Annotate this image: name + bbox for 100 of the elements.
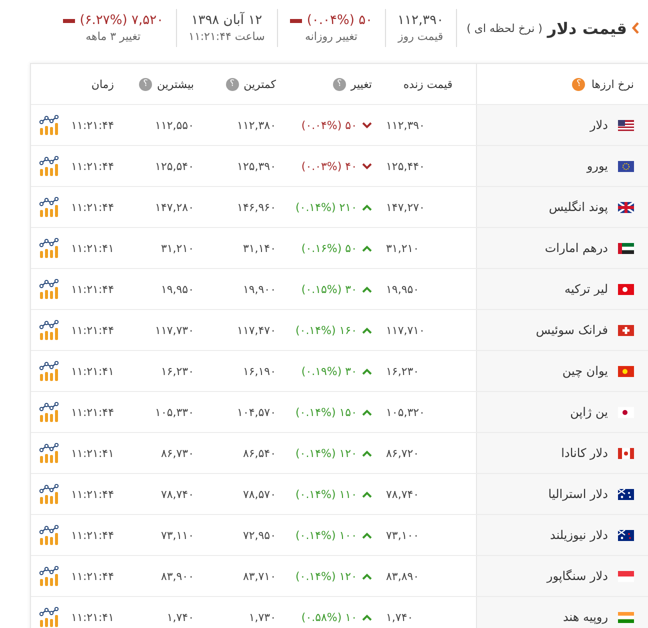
price-change: ۱۰ (۰.۵۸%)	[301, 610, 357, 624]
currency-name: دلار استرالیا	[548, 487, 608, 501]
stat-value: ۷,۵۲۰ (۶.۲۷%)	[80, 13, 164, 28]
live-price: ۱۱۷,۷۱۰	[386, 324, 425, 336]
low-price: ۱۶,۱۹۰	[242, 364, 276, 378]
price-change: ۱۲۰ (۰.۱۴%)	[295, 446, 357, 460]
update-time: ۱۱:۲۱:۴۴	[71, 488, 114, 500]
update-time: ۱۱:۲۱:۴۴	[71, 406, 114, 418]
low-price: ۱,۷۳۰	[248, 610, 276, 624]
stat-label: تغییر ۳ ماهه	[86, 30, 141, 43]
high-price: ۱۱۷,۷۳۰	[155, 324, 194, 336]
flag-icon	[618, 570, 634, 582]
update-time: ۱۱:۲۱:۴۴	[71, 528, 114, 542]
chart-icon[interactable]	[39, 402, 60, 422]
high-price: ۷۸,۷۴۰	[160, 488, 194, 500]
price-change: ۱۱۰ (۰.۱۴%)	[295, 488, 357, 500]
help-icon[interactable]: ؟	[138, 78, 152, 90]
currency-name: دلار سنگاپور	[546, 569, 608, 583]
flag-icon	[618, 612, 634, 622]
help-icon[interactable]: ؟	[572, 78, 586, 90]
page-title: قیمت دلار	[547, 18, 627, 38]
live-price: ۱,۷۴۰	[386, 610, 414, 624]
high-price: ۱,۷۴۰	[166, 610, 194, 624]
chart-icon[interactable]	[39, 607, 60, 627]
currency-name: دلار نیوزیلند	[550, 528, 608, 542]
low-price: ۱۲۵,۳۹۰	[237, 160, 276, 172]
currency-name: دلار کانادا	[561, 446, 608, 460]
column-header: قیمت زنده	[403, 78, 453, 90]
live-price: ۱۰۵,۳۲۰	[386, 406, 425, 418]
high-price: ۱۴۷,۲۸۰	[155, 200, 194, 214]
live-price: ۳۱,۲۱۰	[386, 242, 420, 254]
update-time: ۱۱:۲۱:۴۱	[71, 610, 114, 624]
chart-icon[interactable]	[39, 279, 60, 299]
chart-icon[interactable]	[39, 115, 60, 135]
high-price: ۷۳,۱۱۰	[160, 528, 194, 542]
low-price: ۸۶,۵۴۰	[242, 446, 276, 460]
high-price: ۱۰۵,۳۳۰	[155, 406, 194, 418]
help-icon[interactable]: ؟	[226, 78, 239, 90]
update-time: ۱۱:۲۱:۴۱	[71, 242, 114, 254]
price-change: ۴۰ (۰.۰۳%)	[301, 160, 357, 172]
column-header: کمترین	[244, 78, 276, 90]
update-time: ۱۱:۲۱:۴۴	[71, 160, 114, 172]
price-change: ۳۰ (۰.۱۵%)	[301, 282, 357, 296]
update-time: ۱۱:۲۱:۴۱	[71, 446, 114, 460]
chart-icon[interactable]	[39, 443, 60, 463]
price-change: ۱۲۰ (۰.۱۴%)	[295, 570, 357, 582]
currency-name: دلار	[590, 118, 608, 132]
stat-value: ۱۲ آبان ۱۳۹۸	[191, 13, 262, 28]
column-header: نرخ ارزها	[591, 78, 634, 90]
help-icon[interactable]: ؟	[332, 78, 346, 90]
currency-name: یورو	[586, 159, 608, 173]
live-price: ۱۹,۹۵۰	[386, 282, 420, 296]
price-change: ۲۱۰ (۰.۱۴%)	[295, 200, 357, 214]
currency-name: روپیه هند	[562, 610, 608, 624]
low-price: ۸۳,۷۱۰	[242, 570, 276, 582]
chart-icon[interactable]	[39, 484, 60, 504]
chart-icon[interactable]	[39, 566, 60, 586]
price-change: ۳۰ (۰.۱۹%)	[301, 364, 357, 378]
chart-icon[interactable]	[39, 197, 60, 217]
price-change: ۱۶۰ (۰.۱۴%)	[295, 324, 357, 336]
chevron-icon	[632, 22, 640, 34]
price-change: ۱۵۰ (۰.۱۴%)	[295, 406, 357, 418]
stat-value: ۵۰ (۰.۰۴%)	[306, 13, 373, 28]
currency-name: درهم امارات	[544, 241, 608, 255]
low-price: ۱۱۷,۴۷۰	[237, 324, 276, 336]
price-change: ۱۰۰ (۰.۱۴%)	[295, 528, 357, 542]
chart-icon[interactable]	[39, 238, 60, 258]
low-price: ۷۲,۹۵۰	[242, 528, 276, 542]
price-change: ۵۰ (۰.۰۴%)	[301, 118, 357, 132]
stat-label: ساعت ۱۱:۲۱:۴۴	[188, 30, 265, 43]
high-price: ۱۲۵,۵۴۰	[155, 160, 194, 172]
high-price: ۸۶,۷۳۰	[160, 446, 194, 460]
update-time: ۱۱:۲۱:۴۴	[71, 118, 114, 132]
update-time: ۱۱:۲۱:۴۴	[71, 324, 114, 336]
low-price: ۱۰۴,۵۷۰	[237, 406, 276, 418]
flag-icon	[618, 366, 634, 376]
low-price: ۷۸,۵۷۰	[242, 488, 276, 500]
column-header: بیشترین	[156, 78, 194, 90]
live-price: ۸۳,۸۹۰	[386, 570, 420, 582]
low-price: ۱۱۲,۳۸۰	[237, 118, 276, 132]
chart-icon[interactable]	[39, 156, 60, 176]
column-header: زمان	[91, 78, 114, 90]
currency-name: یوان چین	[562, 364, 608, 378]
update-time: ۱۱:۲۱:۴۴	[71, 282, 114, 296]
chart-icon[interactable]	[39, 361, 60, 381]
flag-icon	[618, 324, 634, 336]
stat-label: تغییر روزانه	[304, 30, 358, 43]
flag-icon	[618, 284, 634, 294]
currency-name: لیر ترکیه	[564, 282, 608, 296]
chart-icon[interactable]	[39, 525, 60, 545]
high-price: ۸۳,۹۰۰	[160, 570, 194, 582]
high-price: ۱۱۲,۵۵۰	[155, 118, 194, 132]
chart-icon[interactable]	[39, 320, 60, 340]
live-price: ۱۴۷,۲۷۰	[386, 200, 425, 214]
flag-icon	[618, 406, 634, 418]
live-price: ۱۱۲,۳۹۰	[386, 118, 425, 132]
flag-icon	[618, 448, 634, 458]
low-price: ۱۴۶,۹۶۰	[237, 200, 276, 214]
live-price: ۷۳,۱۰۰	[386, 528, 420, 542]
column-header: تغییر	[350, 78, 372, 90]
